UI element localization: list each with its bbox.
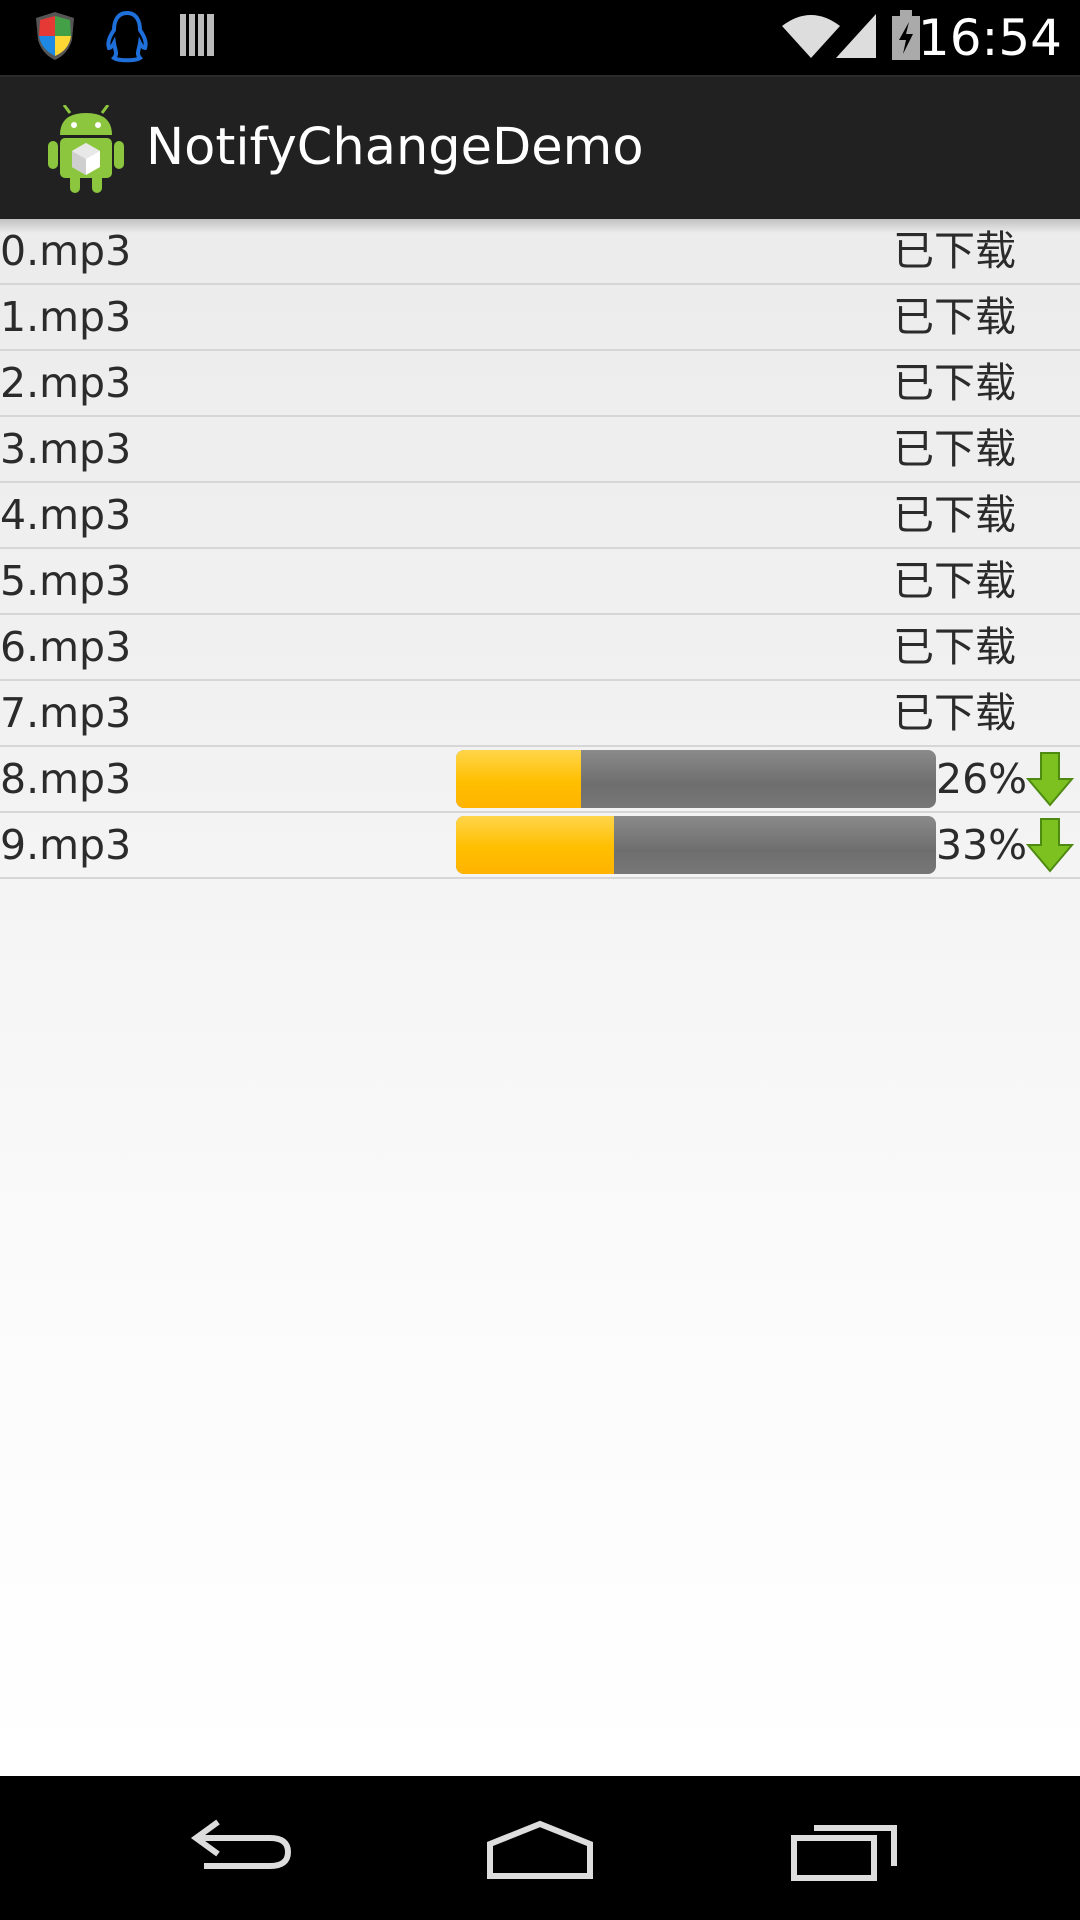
wifi-icon [782, 15, 840, 58]
progress-fill [456, 750, 581, 808]
download-progress-bar [456, 816, 936, 874]
file-name: 2.mp3 [0, 359, 132, 407]
list-item[interactable]: 3.mp3 已下载 [0, 417, 1080, 483]
download-status: 已下载 [893, 689, 1016, 737]
download-status: 已下载 [893, 557, 1016, 605]
signal-icon [836, 14, 876, 58]
download-arrow-icon[interactable] [1026, 817, 1074, 873]
barcode-icon [180, 14, 214, 56]
home-icon[interactable] [460, 1776, 620, 1920]
file-name: 7.mp3 [0, 689, 132, 737]
download-status: 已下载 [893, 491, 1016, 539]
file-name: 8.mp3 [0, 755, 132, 803]
android-app-icon [48, 105, 124, 193]
file-list: 0.mp3 已下载 1.mp3 已下载 2.mp3 已下载 3.mp3 已下载 … [0, 219, 1080, 879]
list-item[interactable]: 9.mp3 33% [0, 813, 1080, 879]
shield-icon [36, 12, 74, 60]
file-name: 4.mp3 [0, 491, 132, 539]
download-progress-bar [456, 750, 936, 808]
status-time: 16:54 [917, 9, 1062, 67]
status-bar: 16:54 [0, 0, 1080, 75]
list-item[interactable]: 1.mp3 已下载 [0, 285, 1080, 351]
recents-icon[interactable] [764, 1776, 924, 1920]
download-status: 已下载 [893, 293, 1016, 341]
file-name: 1.mp3 [0, 293, 132, 341]
list-item[interactable]: 7.mp3 已下载 [0, 681, 1080, 747]
list-item[interactable]: 6.mp3 已下载 [0, 615, 1080, 681]
progress-percent: 26% [936, 755, 1028, 803]
file-name: 3.mp3 [0, 425, 132, 473]
list-item[interactable]: 8.mp3 26% [0, 747, 1080, 813]
download-status: 已下载 [893, 359, 1016, 407]
progress-percent: 33% [936, 821, 1028, 869]
list-item[interactable]: 4.mp3 已下载 [0, 483, 1080, 549]
file-name: 5.mp3 [0, 557, 132, 605]
navigation-bar [0, 1776, 1080, 1920]
download-arrow-icon[interactable] [1026, 751, 1074, 807]
app-title: NotifyChangeDemo [146, 118, 644, 177]
download-status: 已下载 [893, 425, 1016, 473]
qq-penguin-icon [106, 10, 148, 63]
file-name: 6.mp3 [0, 623, 132, 671]
file-name: 9.mp3 [0, 821, 132, 869]
action-bar: NotifyChangeDemo [0, 75, 1080, 219]
list-item[interactable]: 2.mp3 已下载 [0, 351, 1080, 417]
progress-fill [456, 816, 615, 874]
action-bar-shadow [0, 219, 1080, 233]
back-icon[interactable] [160, 1776, 320, 1920]
download-status: 已下载 [893, 623, 1016, 671]
list-item[interactable]: 5.mp3 已下载 [0, 549, 1080, 615]
